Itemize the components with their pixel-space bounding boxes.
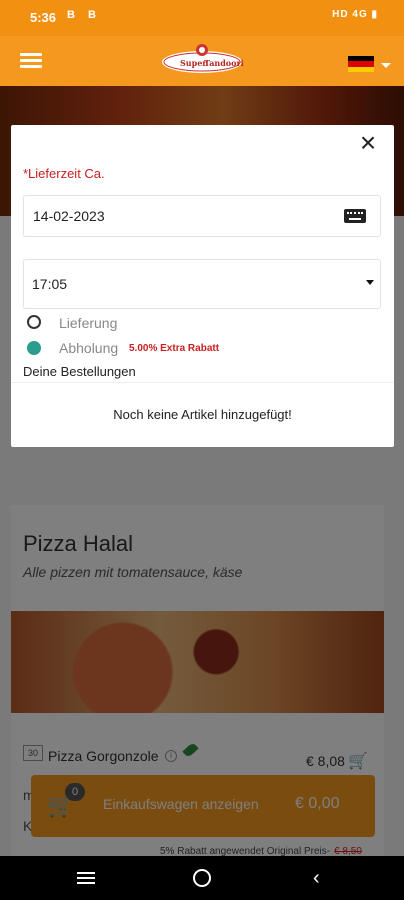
status-time: 5:36 [30,10,57,25]
delivery-time-label: *Lieferzeit Ca. [23,166,105,181]
radio-pickup-label[interactable]: Abholung [59,340,118,356]
close-icon[interactable]: × [357,129,379,157]
system-nav-bar: ‹ [0,856,404,900]
orders-heading: Deine Bestellungen [23,364,136,379]
back-icon[interactable]: ‹ [313,867,320,890]
svg-text:Tandoori: Tandoori [204,58,244,68]
caret-down-icon[interactable] [366,280,374,285]
radio-delivery-label[interactable]: Lieferung [59,315,117,331]
date-field[interactable]: 14-02-2023 [23,195,381,237]
chevron-down-icon[interactable] [381,63,391,68]
delivery-time-dialog: × *Lieferzeit Ca. 14-02-2023 17:05 Liefe… [11,125,394,447]
status-bar: 5:36 B B HD 4G ▮ [0,0,404,36]
time-select[interactable]: 17:05 [23,259,381,309]
language-flag-icon[interactable] [348,56,374,72]
date-value[interactable]: 14-02-2023 [33,208,105,224]
signal-icons: HD 4G ▮ [332,9,378,20]
menu-icon[interactable] [20,53,42,69]
notification-icon: B [67,9,75,21]
time-value[interactable]: 17:05 [32,276,67,292]
recent-apps-icon[interactable] [77,872,95,884]
radio-delivery[interactable] [27,315,41,329]
restaurant-logo[interactable]: Super Tandoori [160,42,244,78]
empty-cart-message: Noch keine Artikel hinzugefügt! [113,407,292,422]
app-bar: Super Tandoori [0,36,404,86]
radio-pickup[interactable] [27,341,41,355]
notification-icon: B [88,9,96,21]
keyboard-icon[interactable] [344,209,366,223]
divider [11,382,394,383]
home-icon[interactable] [193,869,211,887]
extra-discount-label: 5.00% Extra Rabatt [129,343,220,354]
